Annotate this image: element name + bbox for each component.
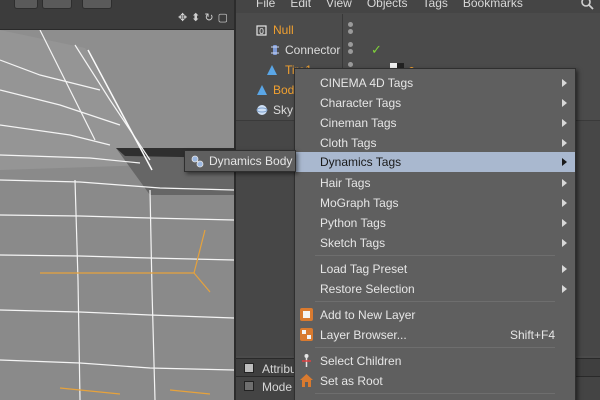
menu-separator: [315, 347, 555, 348]
menu-item-cloth-tags[interactable]: Cloth Tags: [295, 133, 575, 153]
maximize-icon[interactable]: ▢: [218, 12, 228, 24]
home-icon: [300, 374, 313, 387]
menu-objects[interactable]: Objects: [367, 0, 408, 10]
submenu-arrow-icon: [562, 285, 567, 293]
submenu-arrow-icon: [562, 179, 567, 187]
layer-add-icon: [300, 308, 313, 321]
viewport-tool-button[interactable]: [42, 0, 72, 9]
menu-item-load-tag-preset[interactable]: Load Tag Preset: [295, 259, 575, 279]
attributes-tab[interactable]: Attribu: [262, 362, 297, 376]
attributes-tab-icon: [244, 363, 254, 373]
menu-item-cinema-4d-tags[interactable]: CINEMA 4D Tags: [295, 73, 575, 93]
sky-icon: [256, 105, 268, 115]
submenu-arrow-icon: [562, 139, 567, 147]
menu-item-label: Restore Selection: [320, 282, 415, 296]
attributes-mode-menu[interactable]: Mode: [262, 380, 292, 394]
viewport[interactable]: ✥ ⬍ ↻ ▢: [0, 0, 234, 400]
menu-view[interactable]: View: [326, 0, 352, 10]
visibility-dots[interactable]: [348, 42, 356, 56]
menu-item-cineman-tags[interactable]: Cineman Tags: [295, 113, 575, 133]
viewport-navigation: ✥ ⬍ ↻ ▢: [178, 12, 228, 24]
menu-separator: [315, 393, 555, 394]
object-name: Null: [273, 23, 294, 37]
object-name: Sky: [273, 103, 294, 117]
menu-item-set-as-root[interactable]: Set as Root: [295, 371, 575, 391]
menu-item-hair-tags[interactable]: Hair Tags: [295, 173, 575, 193]
menu-item-select-children[interactable]: Select Children: [295, 351, 575, 371]
select-children-icon: [302, 354, 311, 367]
object-manager-menubar: File Edit View Objects Tags Bookmarks: [236, 0, 600, 13]
svg-text:0: 0: [259, 27, 264, 36]
tire-icon: [267, 65, 277, 75]
submenu-arrow-icon: [562, 265, 567, 273]
menu-item-label: Select Children: [320, 354, 402, 368]
viewport-empty-button[interactable]: [82, 0, 112, 9]
menu-tags[interactable]: Tags: [423, 0, 448, 10]
viewport-scene[interactable]: [0, 30, 234, 400]
layer-browser-icon: [300, 328, 313, 341]
menu-item-python-tags[interactable]: Python Tags: [295, 213, 575, 233]
menu-item-label: Sketch Tags: [320, 236, 386, 250]
dynamics-tags-submenu: Dynamics Body: [184, 150, 296, 172]
dynamics-body-icon: [191, 155, 204, 168]
menu-item-label: Dynamics Tags: [320, 155, 402, 169]
null-icon: 0: [256, 25, 267, 36]
menu-item-sketch-tags[interactable]: Sketch Tags: [295, 233, 575, 253]
menu-bookmarks[interactable]: Bookmarks: [463, 0, 523, 10]
menu-item-label: Python Tags: [320, 216, 386, 230]
move-icon[interactable]: ✥: [178, 12, 187, 24]
menu-item-label: MoGraph Tags: [320, 196, 399, 210]
submenu-arrow-icon: [562, 158, 567, 166]
submenu-arrow-icon: [562, 219, 567, 227]
menu-item-label: CINEMA 4D Tags: [320, 76, 414, 90]
submenu-arrow-icon: [562, 79, 567, 87]
submenu-arrow-icon: [562, 239, 567, 247]
menu-item-label: Cineman Tags: [320, 116, 397, 130]
enabled-check-icon[interactable]: ✓: [371, 42, 382, 58]
submenu-arrow-icon: [562, 199, 567, 207]
rotate-icon[interactable]: ↻: [204, 12, 213, 24]
menu-separator: [315, 255, 555, 256]
menu-item-add-to-new-layer[interactable]: Add to New Layer: [295, 305, 575, 325]
dolly-icon[interactable]: ⬍: [191, 12, 200, 24]
menu-item-layer-browser[interactable]: Layer Browser... Shift+F4: [295, 325, 575, 345]
menu-item-dynamics-tags[interactable]: Dynamics Tags: [295, 152, 575, 172]
submenu-arrow-icon: [562, 99, 567, 107]
attributes-mode-icon: [244, 381, 254, 391]
menu-item-mograph-tags[interactable]: MoGraph Tags: [295, 193, 575, 213]
context-menu: CINEMA 4D Tags Character Tags Cineman Ta…: [294, 68, 576, 400]
menu-edit[interactable]: Edit: [290, 0, 311, 10]
menu-item-label: Load Tag Preset: [320, 262, 408, 276]
viewport-search-button[interactable]: [14, 0, 38, 9]
search-icon[interactable]: [580, 0, 594, 10]
submenu-arrow-icon: [562, 119, 567, 127]
menu-item-label: Layer Browser...: [320, 328, 407, 342]
menu-separator: [315, 301, 555, 302]
object-name: Connector: [285, 43, 341, 57]
menu-item-label: Character Tags: [320, 96, 402, 110]
menu-item-shortcut: Shift+F4: [509, 328, 555, 342]
menu-file[interactable]: File: [256, 0, 275, 10]
body-icon: [257, 85, 267, 95]
menu-item-character-tags[interactable]: Character Tags: [295, 93, 575, 113]
object-row-connector[interactable]: Connector ✓: [236, 40, 600, 60]
menu-item-label: Cloth Tags: [320, 136, 377, 150]
menu-item-label: Dynamics Body: [209, 154, 293, 168]
connector-icon: [271, 45, 279, 55]
menu-item-restore-selection[interactable]: Restore Selection: [295, 279, 575, 299]
object-row-null[interactable]: 0 Null: [236, 20, 600, 40]
menu-item-label: Hair Tags: [320, 176, 371, 190]
viewport-toolbar: ✥ ⬍ ↻ ▢: [0, 0, 234, 30]
object-name: Bod: [273, 83, 295, 97]
menu-item-label: Add to New Layer: [320, 308, 416, 322]
menu-item-label: Set as Root: [320, 374, 383, 388]
menu-item-dynamics-body[interactable]: Dynamics Body: [185, 151, 295, 171]
visibility-dots[interactable]: [348, 22, 356, 36]
